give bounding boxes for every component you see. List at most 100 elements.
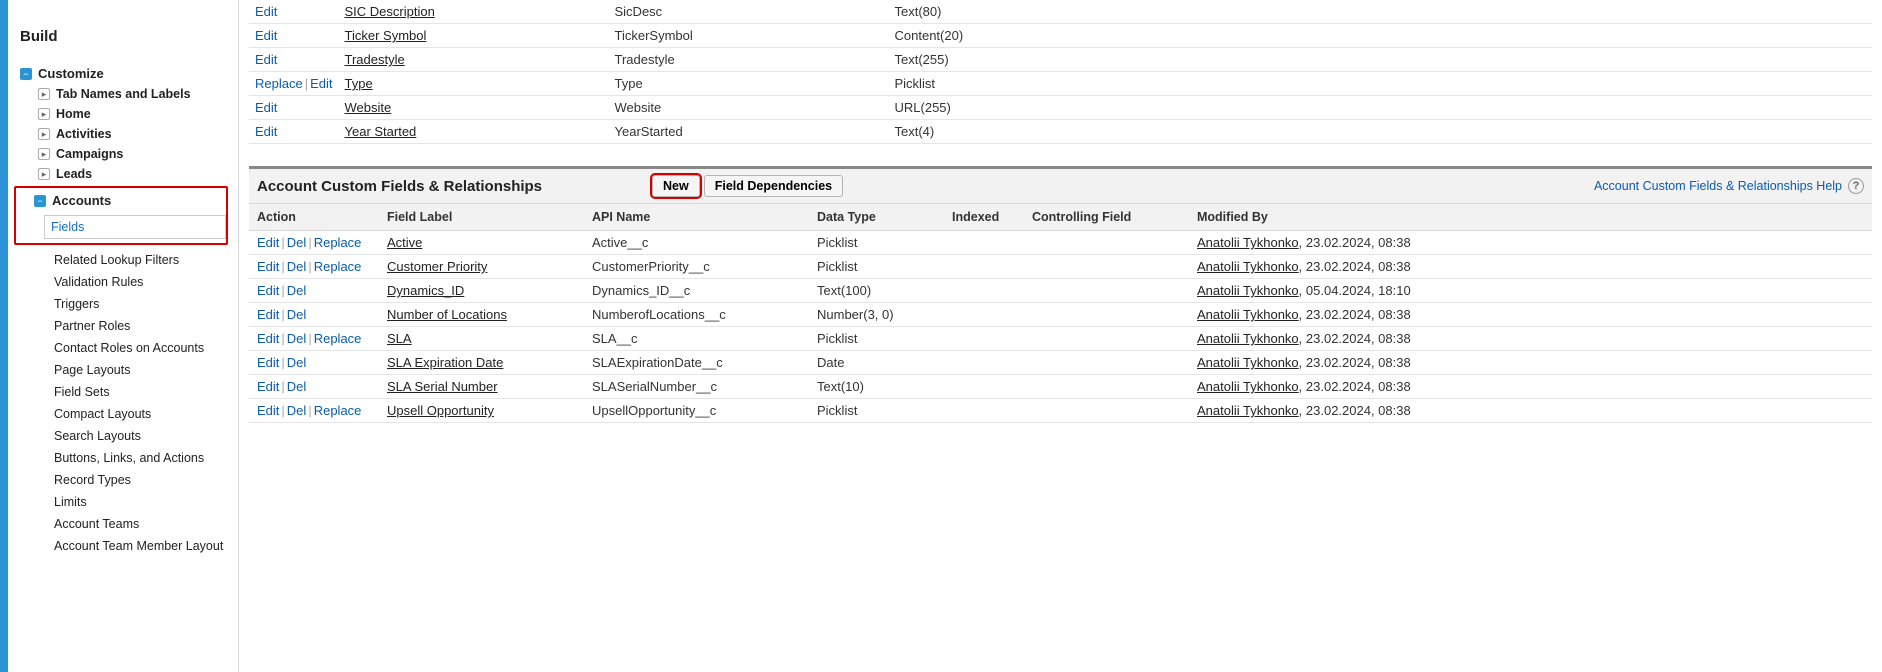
data-type: Picklist [809,255,944,279]
data-type: Number(3, 0) [809,303,944,327]
field-label-link[interactable]: Website [345,100,392,115]
sidebar-item[interactable]: Account Team Member Layout [54,535,228,557]
user-link[interactable]: Anatolii Tykhonko [1197,379,1299,394]
th-type: Data Type [809,204,944,231]
sidebar-item-fields[interactable]: Fields [44,215,226,239]
edit-link[interactable]: Edit [255,52,277,67]
field-label-link[interactable]: Active [387,235,422,250]
edit-link[interactable]: Edit [255,28,277,43]
del-link[interactable]: Del [287,235,307,250]
controlling-field [1024,255,1189,279]
controlling-field [1024,375,1189,399]
minus-icon: − [34,195,46,207]
del-link[interactable]: Del [287,283,307,298]
sidebar-item[interactable]: Compact Layouts [54,403,228,425]
field-label-link[interactable]: SIC Description [345,4,435,19]
replace-link[interactable]: Replace [255,76,303,91]
field-label-link[interactable]: SLA Serial Number [387,379,498,394]
sidebar-item[interactable]: Record Types [54,469,228,491]
sidebar-item[interactable]: Related Lookup Filters [54,249,228,271]
del-link[interactable]: Del [287,379,307,394]
api-name: UpsellOpportunity__c [584,399,809,423]
field-label-link[interactable]: Dynamics_ID [387,283,464,298]
field-dependencies-button[interactable]: Field Dependencies [704,175,843,197]
help-link[interactable]: Account Custom Fields & Relationships He… [1594,179,1842,193]
replace-link[interactable]: Replace [314,259,362,274]
user-link[interactable]: Anatolii Tykhonko [1197,259,1299,274]
user-link[interactable]: Anatolii Tykhonko [1197,355,1299,370]
edit-link[interactable]: Edit [257,235,279,250]
sidebar-item[interactable]: Page Layouts [54,359,228,381]
sidebar-item[interactable]: ▸Campaigns [38,144,228,164]
modified-by: Anatolii Tykhonko, 23.02.2024, 08:38 [1189,327,1872,351]
modified-by: Anatolii Tykhonko, 23.02.2024, 08:38 [1189,399,1872,423]
field-label-link[interactable]: Ticker Symbol [345,28,427,43]
del-link[interactable]: Del [287,355,307,370]
edit-link[interactable]: Edit [257,283,279,298]
edit-link[interactable]: Edit [257,403,279,418]
sidebar-item[interactable]: Partner Roles [54,315,228,337]
user-link[interactable]: Anatolii Tykhonko [1197,403,1299,418]
sidebar-item[interactable]: ▸Home [38,104,228,124]
sidebar-item[interactable]: Field Sets [54,381,228,403]
field-label-link[interactable]: SLA Expiration Date [387,355,503,370]
sidebar-item[interactable]: Buttons, Links, and Actions [54,447,228,469]
table-row: Edit|DelSLA Expiration DateSLAExpiration… [249,351,1872,375]
sidebar-item[interactable]: Validation Rules [54,271,228,293]
sidebar-item[interactable]: Limits [54,491,228,513]
field-label-link[interactable]: Customer Priority [387,259,487,274]
help-icon[interactable]: ? [1848,178,1864,194]
edit-link[interactable]: Edit [257,259,279,274]
edit-link[interactable]: Edit [257,355,279,370]
field-label-link[interactable]: Type [345,76,373,91]
api-name: NumberofLocations__c [584,303,809,327]
sidebar-item[interactable]: ▸Activities [38,124,228,144]
replace-link[interactable]: Replace [314,331,362,346]
edit-link[interactable]: Edit [257,331,279,346]
edit-link[interactable]: Edit [255,100,277,115]
user-link[interactable]: Anatolii Tykhonko [1197,235,1299,250]
field-label-link[interactable]: Number of Locations [387,307,507,322]
sidebar-item[interactable]: Contact Roles on Accounts [54,337,228,359]
sidebar-item[interactable]: Account Teams [54,513,228,535]
field-label-link[interactable]: Year Started [345,124,417,139]
user-link[interactable]: Anatolii Tykhonko [1197,331,1299,346]
edit-link[interactable]: Edit [255,4,277,19]
data-type: Date [809,351,944,375]
tree-customize[interactable]: − Customize [20,63,228,84]
field-label-link[interactable]: SLA [387,331,412,346]
replace-link[interactable]: Replace [314,403,362,418]
user-link[interactable]: Anatolii Tykhonko [1197,283,1299,298]
sidebar-item[interactable]: Triggers [54,293,228,315]
tree-accounts[interactable]: − Accounts [34,190,226,211]
replace-link[interactable]: Replace [314,235,362,250]
indexed [944,327,1024,351]
del-link[interactable]: Del [287,307,307,322]
table-row: EditWebsiteWebsiteURL(255) [249,96,1872,120]
modified-by: Anatolii Tykhonko, 23.02.2024, 08:38 [1189,231,1872,255]
edit-link[interactable]: Edit [255,124,277,139]
field-label-link[interactable]: Tradestyle [345,52,405,67]
sidebar-item[interactable]: Search Layouts [54,425,228,447]
indexed [944,351,1024,375]
edit-link[interactable]: Edit [310,76,332,91]
del-link[interactable]: Del [287,403,307,418]
del-link[interactable]: Del [287,331,307,346]
sidebar-item[interactable]: ▸Leads [38,164,228,184]
custom-fields-table: Action Field Label API Name Data Type In… [249,204,1872,423]
user-link[interactable]: Anatolii Tykhonko [1197,307,1299,322]
table-row: EditYear StartedYearStartedText(4) [249,120,1872,144]
controlling-field [1024,303,1189,327]
api-name: Type [609,72,889,96]
api-name: YearStarted [609,120,889,144]
edit-link[interactable]: Edit [257,379,279,394]
plus-icon: ▸ [38,128,50,140]
field-label-link[interactable]: Upsell Opportunity [387,403,494,418]
highlight-accounts: − Accounts Fields [14,186,228,245]
new-button[interactable]: New [652,175,700,197]
sidebar-item[interactable]: ▸Tab Names and Labels [38,84,228,104]
minus-icon: − [20,68,32,80]
del-link[interactable]: Del [287,259,307,274]
edit-link[interactable]: Edit [257,307,279,322]
api-name: Website [609,96,889,120]
